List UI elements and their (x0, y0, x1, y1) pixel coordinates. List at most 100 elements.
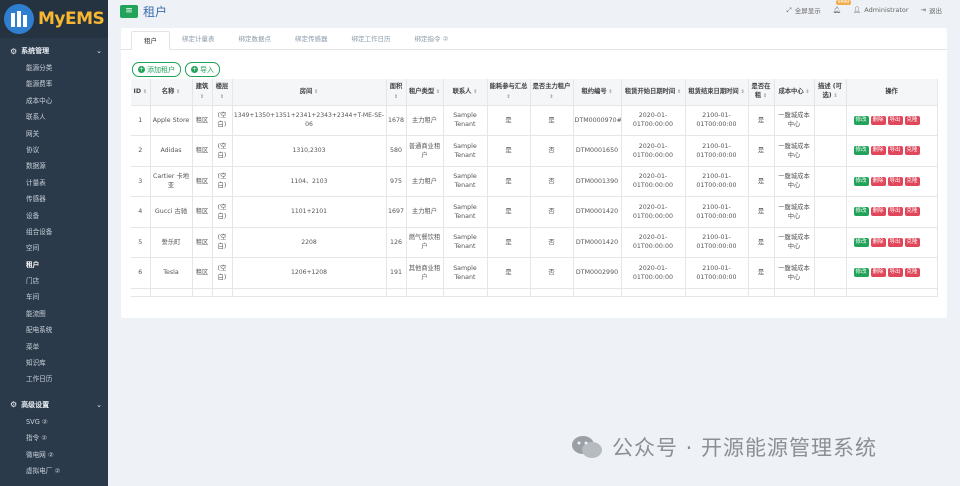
watermark-text: 公众号 · 开源能源管理系统 (612, 436, 878, 460)
sidebar-section-system[interactable]: ⚙ 系统管理 ⌄ (0, 42, 108, 60)
delete-button[interactable]: 删除 (870, 237, 886, 247)
edit-button[interactable]: 修改 (853, 268, 869, 278)
delete-button[interactable]: 删除 (870, 146, 886, 156)
sidebar-item[interactable]: 网关 (0, 126, 108, 142)
edit-button[interactable]: 修改 (853, 176, 869, 186)
column-header-label: 面积 (389, 82, 403, 90)
edit-button[interactable]: 修改 (853, 207, 869, 217)
column-header[interactable]: 面积 ⇕ (386, 79, 407, 106)
edit-button[interactable]: 修改 (853, 146, 869, 156)
sidebar-item[interactable]: 车间 (0, 289, 108, 305)
tab[interactable]: 绑定数据点 (227, 30, 284, 49)
sidebar-item[interactable]: 设备 (0, 208, 108, 224)
export-button[interactable]: 导出 (887, 115, 903, 125)
column-header-label: 房间 (299, 87, 313, 95)
column-header[interactable]: 描述 (可选) ⇕ (814, 79, 847, 106)
column-header[interactable]: 是否主力租户 ⇕ (530, 79, 574, 106)
export-button[interactable]: 导出 (887, 268, 903, 278)
table-cell: 是 (748, 196, 775, 228)
sidebar-item[interactable]: 协议 (0, 142, 108, 158)
fullscreen-button[interactable]: ⤢ 全屏显示 (787, 5, 821, 16)
sidebar-item[interactable]: 能源费率 (0, 76, 108, 92)
table-cell: 租区 (192, 227, 213, 258)
clone-button[interactable]: 克隆 (904, 268, 920, 278)
sidebar-item[interactable]: 空间 (0, 240, 108, 256)
column-header[interactable]: 是否在租 ⇕ (748, 79, 775, 106)
table-cell: 2100-01-01T00:00:00 (685, 227, 749, 258)
export-button[interactable]: 导出 (887, 146, 903, 156)
delete-button[interactable]: 删除 (870, 115, 886, 125)
sidebar-item[interactable]: 微电网 ② (0, 447, 108, 463)
sidebar-section-advanced[interactable]: ⚙ 高级设置 ⌄ (0, 396, 108, 414)
logo[interactable]: MyEMS (0, 0, 108, 38)
tab[interactable]: 租户 (131, 31, 170, 50)
sidebar-item[interactable]: 租户 (0, 257, 108, 273)
export-button[interactable]: 导出 (887, 237, 903, 247)
column-header[interactable]: 成本中心 ⇕ (774, 79, 815, 106)
edit-button[interactable]: 修改 (853, 237, 869, 247)
column-header[interactable]: 能耗参与汇总 ⇕ (487, 79, 531, 106)
column-header[interactable]: 楼层 ⇕ (212, 79, 233, 106)
export-button[interactable]: 导出 (887, 207, 903, 217)
table-cell: 租区 (192, 196, 213, 228)
column-header[interactable]: 租赁开始日期时间 ⇕ (621, 79, 686, 106)
table-cell (814, 257, 847, 289)
table-cell: 是 (487, 105, 531, 136)
clone-button[interactable]: 克隆 (904, 207, 920, 217)
table-cell: 2020-01-01T00:00:00 (621, 227, 686, 258)
column-header[interactable]: 操作 (846, 79, 938, 106)
import-button[interactable]: + 导入 (185, 62, 220, 77)
user-menu[interactable]: 👤︎ Administrator (853, 6, 909, 14)
menu-toggle-button[interactable]: ≡ (120, 4, 138, 18)
sidebar-item[interactable]: SVG ② (0, 414, 108, 430)
sort-icon: ⇕ (761, 93, 768, 100)
clone-button[interactable]: 克隆 (904, 115, 920, 125)
user-icon: 👤︎ (852, 6, 862, 14)
delete-button[interactable]: 删除 (870, 268, 886, 278)
tab[interactable]: 绑定传感器 (283, 30, 340, 49)
tab[interactable]: 绑定指令 ② (403, 30, 461, 49)
sidebar-item[interactable]: 菜单 (0, 339, 108, 355)
column-header[interactable]: 名称 ⇕ (150, 79, 193, 106)
sidebar-item[interactable]: 数据源 (0, 158, 108, 174)
add-tenant-button[interactable]: + 添加租户 (132, 62, 181, 77)
table-cell: (空白) (212, 227, 233, 258)
sidebar-item[interactable]: 门店 (0, 273, 108, 289)
sidebar-item[interactable]: 传感器 (0, 191, 108, 207)
sidebar-item[interactable]: 配电系统 (0, 322, 108, 338)
table-cell: 2100-01-01T00:00:00 (685, 135, 749, 167)
table-cell: Apple Store (150, 105, 193, 136)
delete-button[interactable]: 删除 (870, 207, 886, 217)
user-name: Administrator (864, 6, 909, 14)
sidebar-item[interactable]: 虚拟电厂 ② (0, 463, 108, 479)
column-header[interactable]: 联系人 ⇕ (443, 79, 488, 106)
column-header[interactable]: 租赁结束日期时间 ⇕ (685, 79, 749, 106)
sidebar-item[interactable]: 组合设备 (0, 224, 108, 240)
sidebar-item[interactable]: 指令 ② (0, 430, 108, 446)
delete-button[interactable]: 删除 (870, 176, 886, 186)
column-header[interactable]: 房间 ⇕ (232, 79, 387, 106)
sidebar-item[interactable]: 成本中心 (0, 93, 108, 109)
clone-button[interactable]: 克隆 (904, 237, 920, 247)
export-button[interactable]: 导出 (887, 176, 903, 186)
sidebar-item[interactable]: 知识库 (0, 355, 108, 371)
column-header[interactable]: ID ⇕ (131, 79, 151, 106)
clone-button[interactable]: 克隆 (904, 176, 920, 186)
table-cell: 一腹城成本中心 (774, 227, 815, 258)
logout-button[interactable]: ⇥ 退出 (921, 5, 942, 15)
sidebar-item[interactable]: 能流图 (0, 306, 108, 322)
sidebar-item[interactable]: 计量表 (0, 175, 108, 191)
column-header-label: 租赁开始日期时间 (624, 87, 676, 95)
column-header[interactable]: 建筑 ⇕ (192, 79, 213, 106)
sidebar-item[interactable]: 工作日历 (0, 371, 108, 387)
tab[interactable]: 绑定工作日历 (340, 30, 403, 49)
edit-button[interactable]: 修改 (853, 115, 869, 125)
column-header[interactable]: 租约编号 ⇕ (573, 79, 622, 106)
tab[interactable]: 绑定计量表 (170, 30, 227, 49)
notifications-button[interactable]: 🔔︎ 9999 (833, 0, 852, 14)
column-header[interactable]: 租户类型 ⇕ (406, 79, 444, 106)
sidebar-item[interactable]: 联系人 (0, 109, 108, 125)
table-cell: 580 (386, 135, 407, 167)
sidebar-item[interactable]: 能源分类 (0, 60, 108, 76)
clone-button[interactable]: 克隆 (904, 146, 920, 156)
